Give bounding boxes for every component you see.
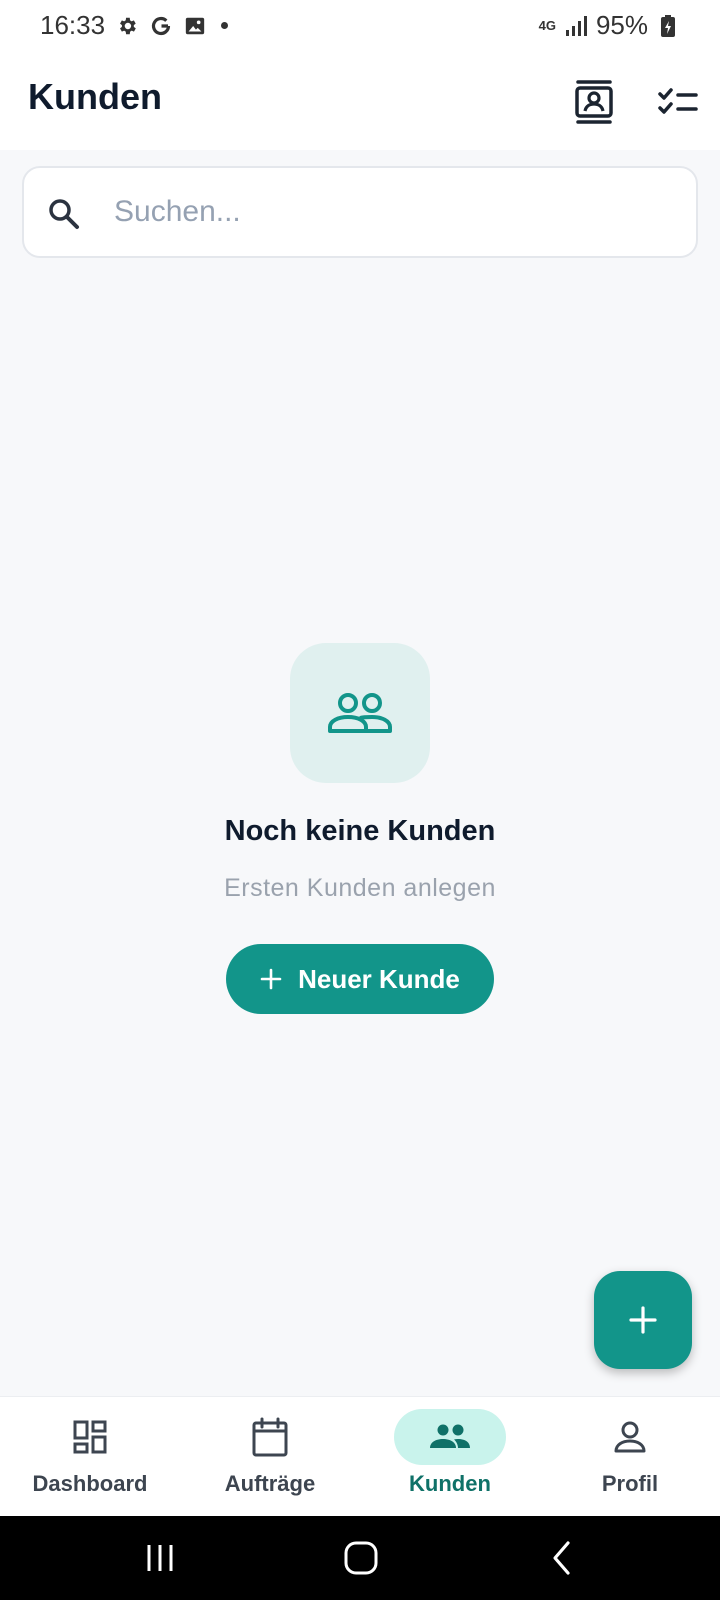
nav-item-dashboard[interactable]: Dashboard [0,1397,180,1517]
back-icon [553,1541,570,1575]
nav-label-kunden: Kunden [409,1471,491,1496]
status-bar: 16:33 4G 95% [0,0,720,54]
nav-item-profil[interactable]: Profil [540,1397,720,1517]
people-icon [328,693,392,733]
person-icon [614,1421,646,1453]
search-icon [49,199,79,229]
system-nav-bar [0,1516,720,1600]
nav-label-dashboard: Dashboard [32,1471,148,1496]
nav-icon-container [34,1409,146,1465]
battery-percent: 95% [595,10,648,40]
nav-item-auftraege[interactable]: Aufträge [180,1397,360,1517]
checklist-button[interactable] [650,74,706,130]
nav-item-kunden[interactable]: Kunden [360,1397,540,1517]
search-input[interactable] [114,182,674,242]
new-customer-button-label: Neuer Kunde [298,963,460,994]
recent-apps-button[interactable] [138,1536,182,1580]
empty-state-icon-container [290,643,430,783]
nav-icon-container [214,1409,326,1465]
new-customer-button[interactable]: Neuer Kunde [226,944,494,1014]
battery-icon [656,14,680,38]
bottom-nav: Dashboard Aufträge Kunden Profil [0,1396,720,1516]
status-right: 4G 95% [539,10,680,41]
plus-icon [629,1306,657,1334]
home-button[interactable] [339,1536,383,1580]
contact-card-icon [575,80,613,124]
app-header: Kunden [0,54,720,150]
plus-icon [260,968,282,990]
status-time: 16:33 [40,10,106,40]
gear-icon [115,14,139,38]
nav-icon-container [574,1409,686,1465]
signal-icon [564,14,588,38]
nav-icon-container-active [394,1409,506,1465]
checklist-icon [658,88,698,114]
nav-label-auftraege: Aufträge [224,1471,316,1496]
screen: 16:33 4G 95% Kunden Suchen... Noch keine… [0,0,720,1600]
status-left: 16:33 [40,10,229,41]
network-type-label: 4G [538,18,556,33]
notification-dot [221,22,229,29]
empty-state-title: Noch keine Kunden [224,815,496,847]
back-button[interactable] [540,1536,584,1580]
empty-state-subtitle: Ersten Kunden anlegen [224,874,496,902]
home-icon [344,1541,378,1575]
people-icon [430,1424,470,1448]
google-icon [149,14,173,38]
image-icon [183,14,207,38]
dashboard-icon [73,1420,107,1454]
calendar-icon [252,1417,288,1457]
nav-label-profil: Profil [601,1471,659,1496]
recent-apps-icon [147,1545,173,1571]
search-box[interactable] [22,166,698,258]
contacts-button[interactable] [566,74,622,130]
page-title: Kunden [28,76,162,117]
add-customer-fab[interactable] [594,1271,692,1369]
